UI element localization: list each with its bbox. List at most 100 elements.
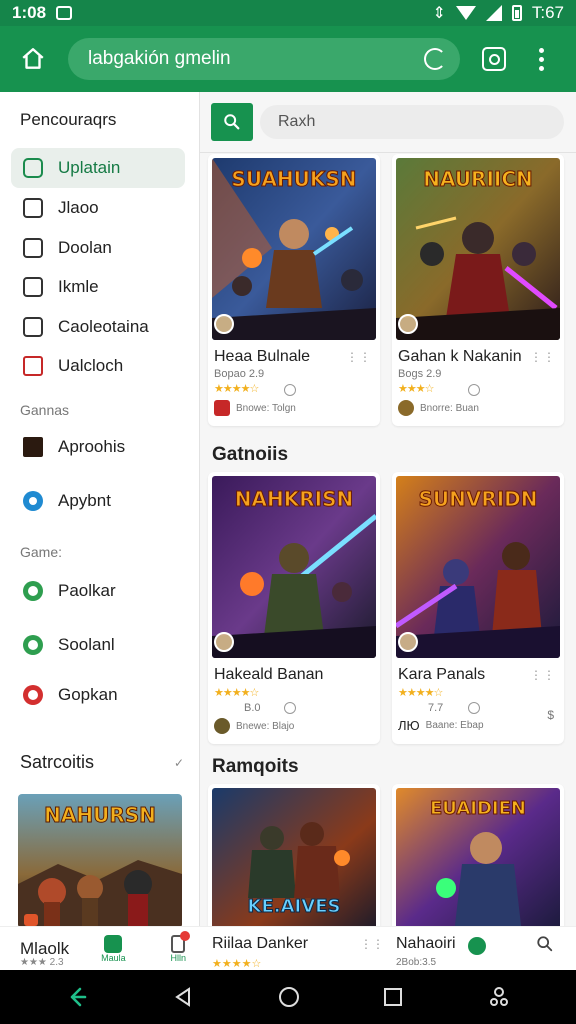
sidebar-item-apybnt[interactable]: Apybnt [11, 481, 185, 521]
status-bar: 1:08 ⇕ T:67 [0, 0, 576, 26]
sidebar-item-jlaoo[interactable]: Jlaoo [11, 188, 185, 228]
wifi-icon [455, 6, 476, 20]
game-card-art: NAURIICN [396, 158, 560, 340]
sidebar-item-ualcloch[interactable]: Ualcloch [11, 346, 185, 386]
sidebar-item-label: Caoleotaina [58, 317, 149, 336]
flag-icon: $ [547, 708, 554, 722]
nav-assistant-button[interactable] [484, 982, 514, 1012]
more-icon[interactable]: ⋮⋮ [530, 668, 556, 682]
accessibility-icon [490, 987, 508, 1006]
sidebar-item-doolan[interactable]: Doolan [11, 228, 185, 268]
strip-item-title: Riilaa Danker [212, 935, 309, 952]
bottom-item-label[interactable]: Mlaolk [20, 939, 69, 959]
more-icon[interactable]: ⋮⋮ [346, 350, 372, 364]
game-rating: 7.7 [428, 702, 444, 714]
game-title: Hakeald Banan [214, 666, 324, 683]
game-title: Gahan k Nakanin [398, 348, 522, 365]
calendar-icon [23, 356, 43, 376]
nav-back-button[interactable] [62, 982, 92, 1012]
game-card-art: SUNVRIDN [396, 476, 560, 658]
bottom-right-button[interactable]: Hlln [170, 930, 190, 963]
url-bar[interactable]: labgakión gmelin [68, 38, 460, 80]
nav-home-button[interactable] [274, 982, 304, 1012]
url-text: labgakión gmelin [88, 48, 231, 69]
sidebar-item-ikmle[interactable]: Ikmle [11, 267, 185, 307]
back-arrow-icon [70, 987, 87, 1007]
game-card[interactable]: SUAHUKSN Heaa Bulnale ⋮⋮ Bopao 2.9 ★★★★☆… [208, 154, 380, 426]
bottom-right-caption: Hlln [170, 952, 186, 963]
strip-item[interactable]: Nahaoiri 2Bob:3.5 [396, 927, 564, 970]
tile-icon [104, 934, 123, 953]
status-right-time: T:67 [531, 3, 564, 22]
sidebar-item-uplatain[interactable]: Uplatain [11, 148, 185, 188]
badge-icon [214, 632, 234, 652]
green-circle-icon [23, 635, 43, 655]
featured-game-image[interactable]: NAHURSN [18, 794, 182, 928]
game-title: Heaa Bulnale [214, 348, 311, 365]
game-thumb-icon [23, 437, 43, 457]
developer-icon [214, 718, 230, 734]
sidebar-item-label: Apybnt [58, 491, 111, 510]
sidebar-item-paolkar[interactable]: Paolkar [11, 571, 185, 611]
developer-row: Bnewe: Blajo [214, 718, 294, 734]
reload-icon[interactable] [424, 48, 446, 70]
nav-triangle-button[interactable] [168, 982, 198, 1012]
game-card[interactable]: NAURIICN Gahan k Nakanin ⋮⋮ Bogs 2.9 ★★★… [392, 154, 564, 426]
developer-icon [398, 400, 414, 416]
home-button[interactable] [10, 36, 56, 82]
more-icon[interactable]: ⋮⋮ [360, 937, 384, 951]
status-icons: ⇕ T:67 [432, 3, 564, 23]
game-rating: Bopao 2.9 [214, 368, 265, 380]
sidebar-item-gopkan[interactable]: Gopkan [11, 675, 185, 715]
game-card[interactable]: NAHKRISN Hakeald Banan ★★★★☆ B.0 Bnewe: … [208, 472, 380, 744]
more-icon[interactable]: ⋮⋮ [530, 350, 556, 364]
game-card[interactable]: SUNVRIDN Kara Panals ⋮⋮ ★★★★☆ 7.7 ЛЮ Baa… [392, 472, 564, 744]
search-input[interactable] [260, 105, 564, 139]
game-card-art: NAHKRISN [212, 476, 376, 658]
puzzle-icon [23, 277, 43, 297]
game-art-logo: SUAHUKSN [231, 167, 356, 191]
bottom-item-sub: ★★★ 2.3 [20, 957, 64, 968]
triangle-back-icon [175, 987, 190, 1007]
sidebar-item-aproohis[interactable]: Aproohis [11, 427, 185, 467]
status-time: 1:08 [12, 3, 47, 22]
game-art-logo: EUAIDIEN [430, 798, 526, 819]
featured-art: NAHURSN [18, 794, 182, 928]
search-button[interactable] [211, 103, 253, 141]
game-card[interactable]: KE.AIVES [208, 784, 380, 934]
game-card-art: SUAHUKSN [212, 158, 376, 340]
sidebar-collapse-satrcoitis[interactable]: Satrcoitis ✓ [20, 752, 184, 773]
developer-name: Bnorre: Buan [420, 402, 479, 414]
section-title: Gatnoiis [212, 444, 289, 465]
developer-row: ЛЮ Baane: Ebap [398, 718, 484, 733]
sidebar-item-label: Doolan [58, 238, 112, 257]
game-art-logo: NAURIICN [423, 167, 533, 191]
user-group-icon [23, 317, 43, 337]
collapse-label: Satrcoitis [20, 752, 95, 772]
notification-icon [56, 6, 73, 20]
info-icon [284, 384, 296, 396]
game-art-logo: SUNVRIDN [418, 487, 537, 511]
game-art-logo: KE.AIVES [248, 896, 341, 917]
tabs-button[interactable] [482, 47, 506, 71]
overflow-menu-button[interactable] [532, 47, 550, 71]
game-card[interactable]: EUAIDIEN [392, 784, 564, 934]
sidebar-item-caoleotaina[interactable]: Caoleotaina [11, 307, 185, 347]
game-art-logo: NAHKRISN [235, 487, 353, 511]
gamepad-icon [23, 158, 43, 178]
square-icon [23, 198, 43, 218]
search-icon[interactable] [536, 935, 554, 953]
developer-name: Baane: Ebap [425, 720, 484, 731]
circle-target-icon [23, 491, 43, 511]
main-content: SUAHUKSN Heaa Bulnale ⋮⋮ Bopao 2.9 ★★★★☆… [200, 92, 576, 970]
nav-recents-button[interactable] [378, 982, 408, 1012]
signal-icon [485, 5, 502, 21]
sidebar-bottom-bar: Mlaolk ★★★ 2.3 Maula Hlln [0, 926, 200, 970]
circle-home-icon [279, 987, 299, 1007]
strip-item[interactable]: Riilaa Danker ★★★★☆ ⋮⋮ [212, 927, 384, 970]
sidebar-item-soolanl[interactable]: Soolanl [11, 625, 185, 665]
bottom-mid-button[interactable]: Maula [101, 934, 126, 963]
home-icon [22, 48, 44, 69]
battery-icon [511, 5, 522, 21]
sidebar-item-label: Jlaoo [58, 198, 99, 217]
